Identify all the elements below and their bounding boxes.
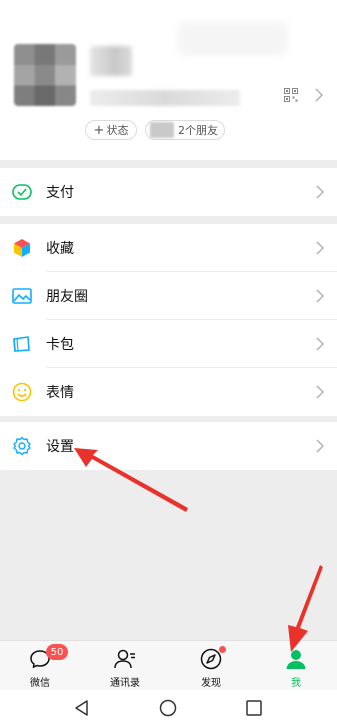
menu-item-pay[interactable]: 支付 (0, 168, 337, 216)
chevron-right-icon (316, 385, 324, 399)
avatar[interactable] (14, 44, 76, 106)
blurred-area (178, 22, 288, 56)
friends-status-button[interactable]: 2个朋友 (145, 120, 225, 140)
settings-group: 设置 (0, 422, 337, 470)
friends-label: 2个朋友 (178, 124, 218, 137)
unread-badge: 50 (46, 644, 68, 660)
menu-item-label: 支付 (46, 185, 74, 201)
gear-icon (13, 436, 31, 456)
wechat-id-blurred (90, 90, 240, 106)
back-triangle-icon[interactable] (72, 698, 92, 718)
contacts-icon (114, 649, 135, 669)
profile-header[interactable]: + 状态 2个朋友 (0, 0, 337, 160)
plus-icon: + (93, 122, 105, 138)
person-icon (286, 650, 306, 669)
home-circle-icon[interactable] (158, 698, 178, 718)
menu-item-label: 设置 (46, 439, 74, 455)
chevron-right-icon (316, 439, 324, 453)
tab-label: 我 (291, 678, 301, 689)
menu-item-moments[interactable]: 朋友圈 (0, 272, 337, 320)
status-button[interactable]: + 状态 (85, 120, 137, 140)
tab-label: 微信 (30, 678, 50, 689)
card-wallet-icon (13, 336, 30, 352)
status-label: 状态 (106, 124, 129, 137)
recents-square-icon[interactable] (244, 698, 264, 718)
chevron-right-icon (316, 241, 324, 255)
system-navigation-bar (0, 690, 337, 725)
qr-code-icon[interactable] (284, 88, 298, 102)
tab-label: 发现 (201, 678, 221, 689)
arrow-to-me-tab (288, 565, 323, 652)
friend-avatars-blurred (150, 122, 174, 138)
pay-icon (12, 184, 32, 200)
menu-item-favorites[interactable]: 收藏 (0, 224, 337, 272)
chevron-right-icon (316, 185, 324, 199)
chevron-right-icon (316, 289, 324, 303)
nickname-blurred (90, 46, 132, 76)
menu-item-settings[interactable]: 设置 (0, 422, 337, 470)
menu-item-label: 收藏 (46, 241, 74, 257)
tab-chats[interactable]: 50 微信 (10, 644, 70, 689)
tab-contacts[interactable]: 通讯录 (95, 645, 155, 689)
menu-item-stickers[interactable]: 表情 (0, 368, 337, 416)
chevron-right-icon (315, 88, 324, 102)
menu-item-cards[interactable]: 卡包 (0, 320, 337, 368)
favorites-cube-icon (14, 239, 30, 257)
menu-item-label: 表情 (46, 385, 74, 401)
main-group: 收藏 朋友圈 卡包 表情 (0, 224, 337, 416)
bottom-tab-bar: 50 微信 通讯录 发现 我 (0, 640, 337, 690)
tab-discover[interactable]: 发现 (181, 645, 241, 689)
pay-group: 支付 (0, 168, 337, 216)
menu-item-label: 卡包 (46, 337, 74, 353)
menu-item-label: 朋友圈 (46, 289, 88, 305)
notification-dot (219, 646, 226, 653)
tab-label: 通讯录 (110, 678, 140, 689)
moments-picture-icon (12, 288, 32, 304)
chevron-right-icon (316, 337, 324, 351)
tab-me[interactable]: 我 (266, 645, 326, 689)
smiley-icon (12, 382, 32, 402)
